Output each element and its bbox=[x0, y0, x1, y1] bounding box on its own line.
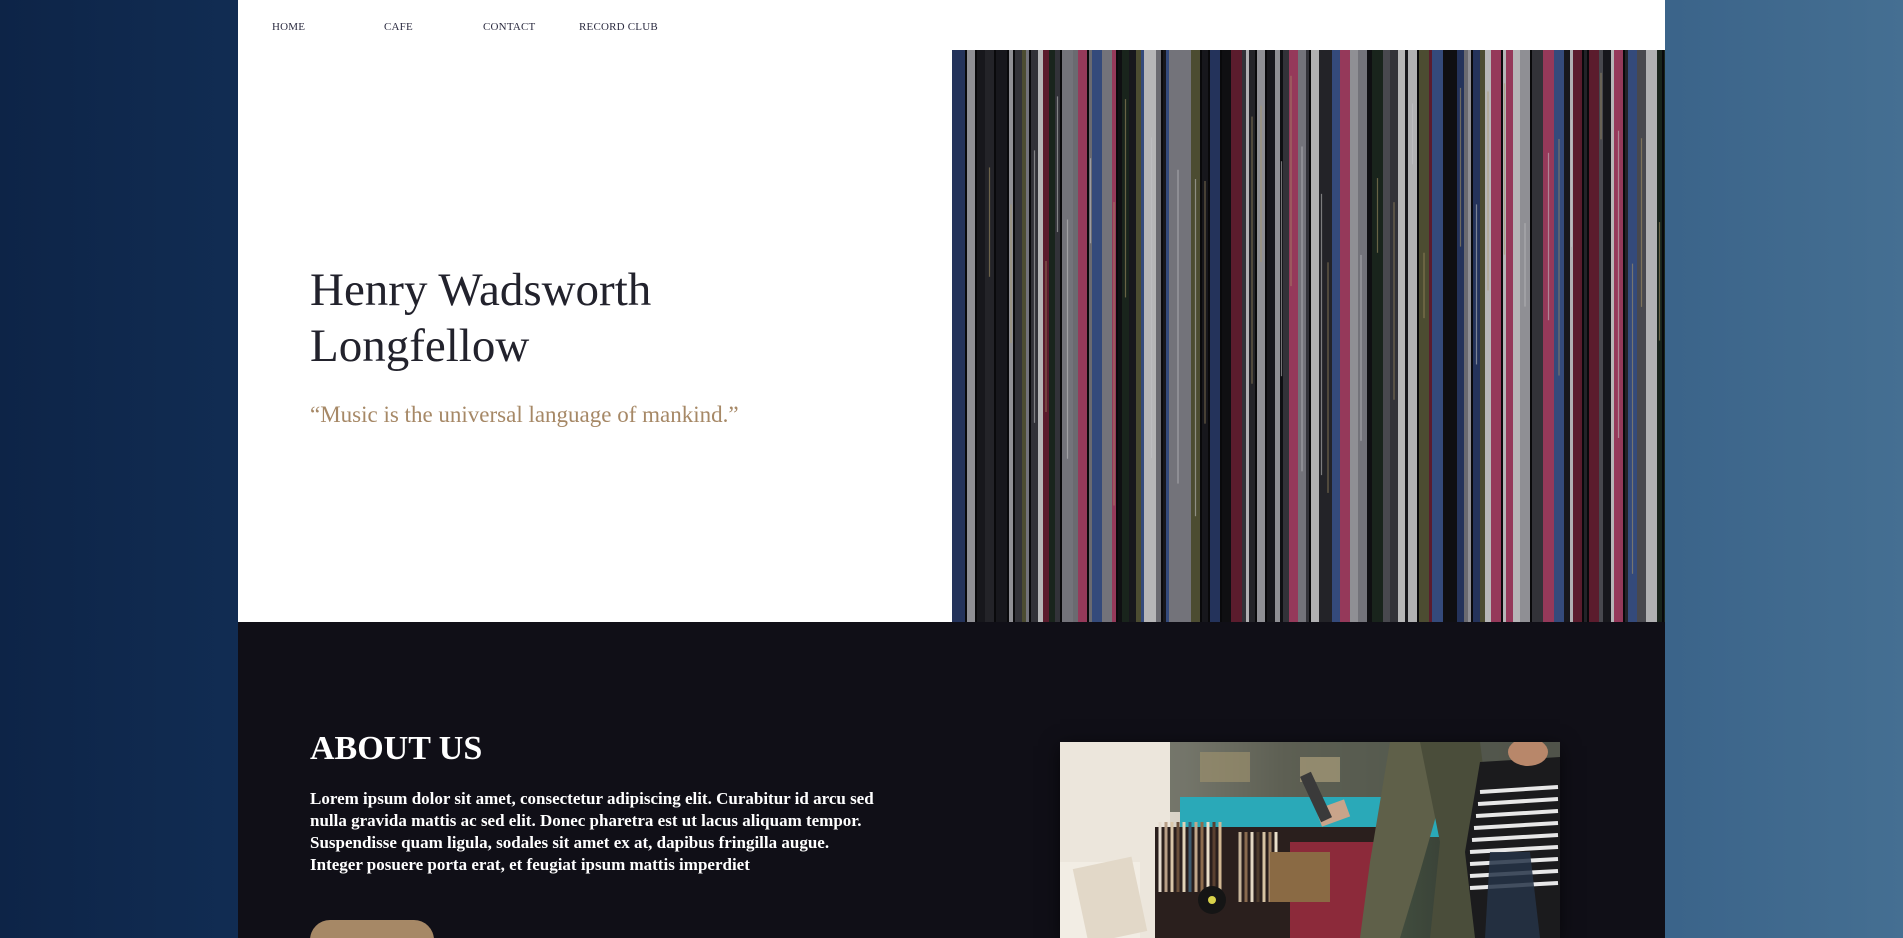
nav-contact-link[interactable]: CONTACT bbox=[483, 21, 535, 33]
top-nav: HOME CAFE CONTACT RECORD CLUB bbox=[238, 0, 1665, 50]
about-body-text: Lorem ipsum dolor sit amet, consectetur … bbox=[310, 789, 874, 874]
hero-title: Henry Wadsworth Longfellow bbox=[310, 264, 652, 372]
vinyl-records-photo-icon bbox=[952, 50, 1665, 622]
hero-quote: “Music is the universal language of mank… bbox=[310, 402, 739, 427]
vinyl-shade bbox=[952, 50, 1665, 622]
hero-vinyl-records-image bbox=[952, 50, 1665, 622]
nav-cafe-link[interactable]: CAFE bbox=[384, 21, 413, 33]
about-section: ABOUT US Lorem ipsum dolor sit amet, con… bbox=[238, 622, 1665, 938]
page-container: HOME CAFE CONTACT RECORD CLUB Henry Wads… bbox=[238, 0, 1665, 938]
nav-record-club-link[interactable]: RECORD CLUB bbox=[579, 21, 658, 33]
about-title: ABOUT US bbox=[310, 730, 483, 767]
about-read-more-button[interactable] bbox=[310, 920, 434, 938]
nav-home-link[interactable]: HOME bbox=[272, 21, 305, 33]
record-store-photo-icon bbox=[1060, 742, 1560, 938]
about-record-store-image bbox=[1060, 742, 1560, 938]
